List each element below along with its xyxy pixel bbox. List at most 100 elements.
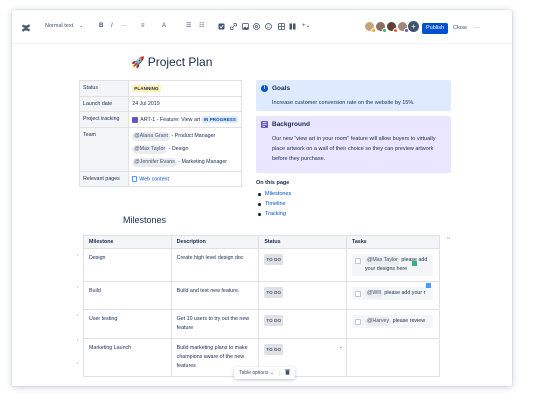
project-tracking-key: Project tracking (78, 111, 130, 128)
link-icon[interactable] (230, 23, 237, 30)
more-options-button[interactable]: ··· (474, 23, 480, 34)
image-icon[interactable] (242, 23, 249, 30)
note-icon (261, 121, 268, 128)
column-header[interactable]: Milestone (83, 235, 172, 249)
table-row: Launch date 24 Jul 2019 (78, 96, 242, 112)
toc-title: On this page (256, 180, 290, 186)
background-panel[interactable]: Background Our new "view art in your roo… (256, 116, 451, 173)
align-button[interactable]: ≡ (141, 22, 145, 31)
confluence-logo-icon[interactable] (21, 23, 31, 33)
layout-icon[interactable] (289, 23, 296, 30)
italic-button[interactable]: I (111, 22, 113, 31)
toc-item[interactable]: Timeline (256, 199, 291, 209)
status-cell[interactable]: PLANNING (128, 80, 242, 97)
table-options-button[interactable]: Table options ⌄ (234, 370, 281, 376)
task-item[interactable]: @Max Taylor please add your designs here (352, 254, 433, 276)
user-mention[interactable]: @Harvey (365, 317, 392, 326)
task-checkbox[interactable] (355, 258, 361, 264)
more-formatting-button[interactable]: ··· (121, 22, 127, 31)
launch-date-key: Launch date (78, 96, 130, 112)
table-icon[interactable] (278, 23, 285, 30)
tasks-cell[interactable] (346, 338, 440, 377)
close-button[interactable]: Close (453, 23, 467, 34)
text-style-label: Normal text (45, 23, 74, 29)
text-style-dropdown[interactable]: Normal text ⌄ (45, 23, 83, 29)
milestone-cell[interactable]: Marketing Launch (83, 338, 172, 377)
task-item[interactable]: @Will please add your r (352, 287, 433, 300)
toc-link-milestones[interactable]: Milestones (265, 191, 291, 197)
action-item-icon[interactable] (218, 23, 225, 30)
table-row: Design Create high level design doc TO D… (83, 248, 440, 282)
mention-icon[interactable] (253, 23, 260, 30)
row-handle[interactable]: • (77, 252, 80, 257)
page-title-text: Project Plan (147, 55, 213, 69)
description-cell[interactable]: Create high level design doc (170, 248, 260, 282)
task-item[interactable]: @Harvey please review (352, 315, 433, 328)
status-badge: TO DO (264, 344, 284, 355)
goals-panel[interactable]: i Goals Increase customer conversion rat… (256, 80, 451, 111)
team-role: - Marketing Manager (178, 159, 228, 165)
row-handle[interactable]: • (77, 360, 80, 365)
user-mention[interactable]: @Jennifer Evans (132, 158, 177, 167)
background-title: Background (272, 121, 310, 128)
user-mention[interactable]: @Max Taylor (132, 145, 168, 154)
insert-more-button[interactable]: +⌄ (302, 22, 311, 31)
task-checkbox[interactable] (355, 291, 361, 297)
description-cell[interactable]: Get 10 users to try out the new feature (170, 309, 260, 339)
column-header[interactable]: Description (170, 235, 260, 249)
toc-item[interactable]: Tracking (256, 209, 291, 219)
toc-link-timeline[interactable]: Timeline (265, 201, 286, 207)
column-header[interactable]: Status (258, 235, 347, 249)
bullet-list-button[interactable]: ☰ (186, 22, 191, 31)
chevron-down-icon[interactable]: ⌄ (339, 343, 343, 352)
team-role: - Design (168, 146, 189, 152)
bold-button[interactable]: B (99, 22, 103, 31)
text-color-button[interactable]: A (162, 22, 166, 31)
tasks-cell[interactable]: @Harvey please review (346, 309, 440, 339)
milestone-cell[interactable]: Build (83, 281, 172, 310)
task-checkbox[interactable] (355, 319, 361, 325)
user-mention[interactable]: @Will (365, 289, 383, 298)
tasks-cell[interactable]: @Max Taylor please add your designs here (346, 248, 440, 282)
team-member: @Alana Grant - Product Manager (132, 132, 238, 141)
row-handle[interactable]: • (77, 284, 80, 289)
column-header[interactable]: Tasks (346, 235, 440, 249)
project-tracking-cell[interactable]: ART-1 - Feature: View art IN PROGRESS (128, 111, 242, 128)
row-handle[interactable]: • (77, 312, 80, 317)
jira-issue-link[interactable]: ART-1 - Feature: View art (140, 117, 200, 123)
avatar[interactable] (397, 21, 409, 33)
toc-link-tracking[interactable]: Tracking (265, 211, 286, 217)
status-badge: TO DO (264, 287, 284, 298)
numbered-list-button[interactable]: ☷ (199, 22, 204, 31)
avatar[interactable] (386, 21, 398, 33)
publish-button[interactable]: Publish (422, 23, 448, 34)
page-icon (132, 176, 138, 182)
row-handle[interactable]: • (77, 337, 80, 342)
status-cell[interactable]: TO DO (258, 248, 347, 282)
description-cell[interactable]: Build and test new feature. (170, 281, 260, 310)
user-mention[interactable]: @Max Taylor (365, 256, 400, 265)
add-collaborator-button[interactable]: + (408, 21, 419, 32)
status-key: Status (78, 80, 130, 97)
launch-date-value[interactable]: 24 Jul 2019 (128, 96, 242, 112)
jira-issue-icon (132, 116, 139, 123)
relevant-pages-cell[interactable]: Web content (128, 170, 242, 188)
team-key: Team (78, 127, 130, 172)
expand-table-icon[interactable]: ⇔ (446, 235, 451, 241)
milestone-cell[interactable]: Design (83, 248, 172, 282)
delete-table-icon[interactable] (280, 369, 295, 377)
task-text: please add your r (384, 290, 426, 296)
status-cell[interactable]: TO DO (258, 309, 347, 339)
team-cell[interactable]: @Alana Grant - Product Manager @Max Tayl… (128, 127, 242, 172)
status-badge: PLANNING (132, 85, 161, 92)
emoji-icon[interactable] (265, 23, 272, 30)
avatar[interactable] (364, 21, 376, 33)
toc-item[interactable]: Milestones (256, 189, 291, 199)
milestone-cell[interactable]: User testing (83, 309, 172, 339)
collaborator-cursor-icon (412, 261, 417, 266)
status-cell[interactable]: TO DO (258, 281, 347, 310)
web-content-link[interactable]: Web content (139, 176, 169, 182)
user-mention[interactable]: @Alana Grant (132, 132, 170, 141)
avatar[interactable] (375, 21, 387, 33)
page-title[interactable]: 🚀 Project Plan (131, 55, 212, 69)
